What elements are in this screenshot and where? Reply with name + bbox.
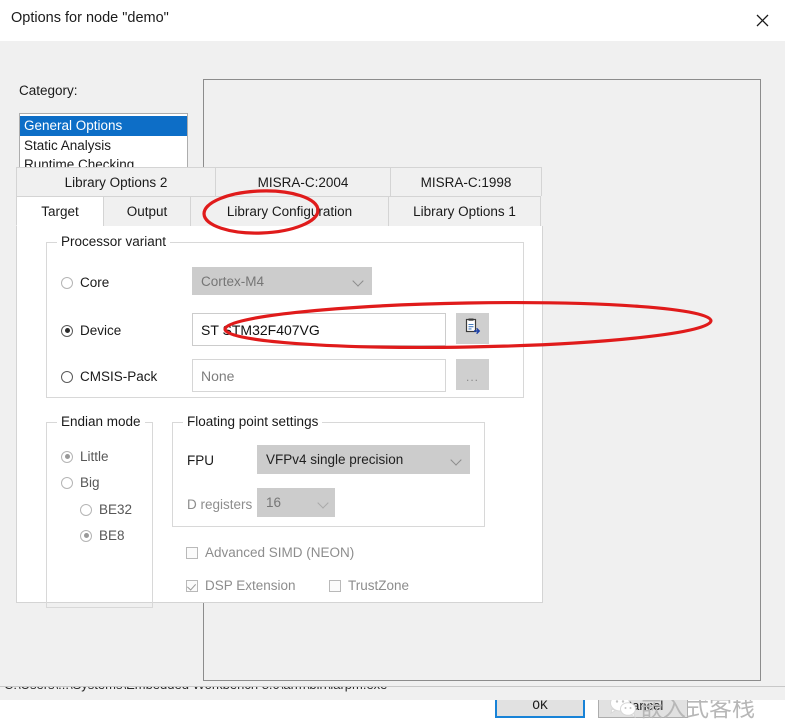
radio-endian-be8-label: BE8 <box>99 528 125 543</box>
category-label: Category: <box>19 83 78 98</box>
device-input[interactable]: ST STM32F407VG <box>192 313 446 346</box>
group-title-processor-variant: Processor variant <box>57 234 171 249</box>
core-combobox-value: Cortex-M4 <box>201 273 265 289</box>
radio-cmsis-pack[interactable]: CMSIS-Pack <box>61 369 157 384</box>
radio-endian-be8-indicator <box>80 529 92 542</box>
radio-core-label: Core <box>80 275 110 290</box>
group-title-endian-mode: Endian mode <box>57 414 145 429</box>
tab-strip: Library Options 2 MISRA-C:2004 MISRA-C:1… <box>16 167 543 226</box>
close-button[interactable] <box>739 0 785 40</box>
chevron-down-icon <box>352 275 364 287</box>
radio-core-indicator <box>61 276 73 289</box>
group-processor-variant: Processor variant Core Cortex-M4 Device … <box>46 234 524 398</box>
radio-device[interactable]: Device <box>61 323 121 338</box>
chevron-down-icon <box>317 496 329 509</box>
d-registers-combobox-value: 16 <box>266 495 282 510</box>
radio-endian-big[interactable]: Big <box>61 475 100 490</box>
core-combobox[interactable]: Cortex-M4 <box>192 267 372 295</box>
bottom-status-strip: C:\Users\...\Systems\Embedded Workbench … <box>0 686 785 700</box>
checkbox-dsp-extension[interactable]: DSP Extension <box>186 578 296 593</box>
checkbox-advanced-simd-label: Advanced SIMD (NEON) <box>205 545 355 560</box>
radio-device-indicator <box>61 324 73 337</box>
radio-core[interactable]: Core <box>61 275 109 290</box>
bottom-status-text: C:\Users\...\Systems\Embedded Workbench … <box>4 687 387 692</box>
radio-endian-little-label: Little <box>80 449 109 464</box>
category-item-static-analysis[interactable]: Static Analysis <box>20 136 187 156</box>
dialog-body: Category: General Options Static Analysis… <box>0 41 785 722</box>
fpu-label: FPU <box>187 453 214 468</box>
fpu-combobox-value: VFPv4 single precision <box>266 452 404 467</box>
chevron-down-icon <box>450 453 462 466</box>
radio-endian-little[interactable]: Little <box>61 449 109 464</box>
tab-row-lower: Target Output Library Configuration Libr… <box>16 196 543 226</box>
radio-endian-be8[interactable]: BE8 <box>80 528 125 543</box>
tab-library-configuration[interactable]: Library Configuration <box>190 196 389 226</box>
group-floating-point-settings: Floating point settings FPU VFPv4 single… <box>172 414 485 527</box>
tab-content-target: Processor variant Core Cortex-M4 Device … <box>16 226 543 608</box>
group-title-floating-point-settings: Floating point settings <box>183 414 323 429</box>
d-registers-combobox[interactable]: 16 <box>257 488 335 517</box>
checkbox-advanced-simd[interactable]: Advanced SIMD (NEON) <box>186 545 354 560</box>
tab-library-options-2[interactable]: Library Options 2 <box>16 167 216 196</box>
radio-cmsis-pack-indicator <box>61 370 73 383</box>
checkbox-advanced-simd-indicator <box>186 546 198 559</box>
checkbox-trustzone-label: TrustZone <box>348 578 410 593</box>
tab-output[interactable]: Output <box>103 196 191 226</box>
radio-endian-little-indicator <box>61 450 73 463</box>
radio-cmsis-pack-label: CMSIS-Pack <box>80 369 158 384</box>
tab-target[interactable]: Target <box>16 196 104 226</box>
radio-endian-be32[interactable]: BE32 <box>80 502 132 517</box>
device-picker-button[interactable] <box>456 313 489 344</box>
checkbox-trustzone[interactable]: TrustZone <box>329 578 409 593</box>
close-icon <box>756 14 769 27</box>
title-bar: Options for node "demo" <box>0 0 785 42</box>
category-item-general-options[interactable]: General Options <box>20 116 187 136</box>
checkbox-dsp-extension-label: DSP Extension <box>205 578 296 593</box>
fpu-combobox[interactable]: VFPv4 single precision <box>257 445 470 474</box>
device-input-value: ST STM32F407VG <box>201 321 320 338</box>
radio-endian-big-indicator <box>61 476 73 489</box>
cmsis-pack-input[interactable]: None <box>192 359 446 392</box>
radio-endian-be32-label: BE32 <box>99 502 133 517</box>
device-picker-icon <box>464 318 482 339</box>
tab-misra-c-1998[interactable]: MISRA-C:1998 <box>390 167 542 196</box>
tab-row-upper: Library Options 2 MISRA-C:2004 MISRA-C:1… <box>16 167 543 196</box>
cmsis-pack-browse-button[interactable]: ... <box>456 359 489 390</box>
cmsis-pack-input-value: None <box>201 367 235 384</box>
tab-library-options-1[interactable]: Library Options 1 <box>388 196 541 226</box>
d-registers-label: D registers <box>187 497 253 512</box>
tab-misra-c-2004[interactable]: MISRA-C:2004 <box>215 167 391 196</box>
page-title: Options for node "demo" <box>11 10 169 26</box>
ellipsis-icon: ... <box>465 369 479 384</box>
radio-device-label: Device <box>80 323 122 338</box>
checkbox-dsp-extension-indicator <box>186 579 198 592</box>
radio-endian-big-label: Big <box>80 475 100 490</box>
checkbox-trustzone-indicator <box>329 579 341 592</box>
group-endian-mode: Endian mode Little Big BE32 BE8 <box>46 414 153 608</box>
radio-endian-be32-indicator <box>80 503 92 516</box>
